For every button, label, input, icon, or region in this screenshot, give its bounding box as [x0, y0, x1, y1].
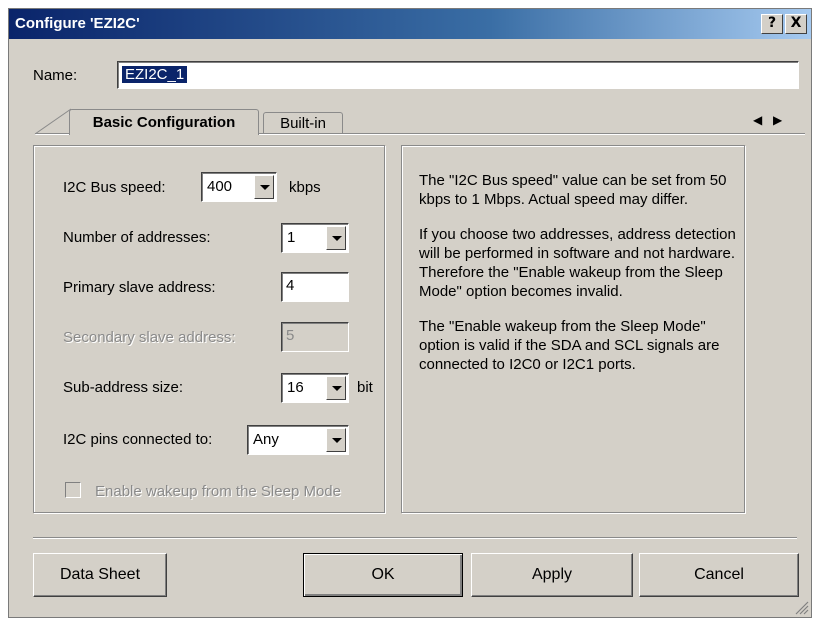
- description-paragraph: The "Enable wakeup from the Sleep Mode" …: [419, 318, 720, 373]
- help-button[interactable]: ?: [761, 14, 783, 34]
- separator-highlight: [33, 538, 797, 539]
- description-paragraph: The "I2C Bus speed" value can be set fro…: [419, 172, 727, 208]
- data-sheet-button[interactable]: Data Sheet: [33, 553, 167, 597]
- chevron-down-icon: [332, 386, 342, 391]
- name-value: EZI2C_1: [122, 66, 188, 83]
- bus-speed-select[interactable]: 400: [201, 172, 277, 202]
- subaddress-size-value: 16: [287, 379, 304, 396]
- name-label: Name:: [33, 67, 78, 84]
- chevron-down-icon: [332, 236, 342, 241]
- tab-scroll-left-icon[interactable]: ◀: [753, 113, 762, 127]
- pins-label: I2C pins connected to:: [63, 431, 213, 448]
- subaddress-size-dropdown-button[interactable]: [326, 376, 346, 400]
- tab-built-in-label: Built-in: [280, 115, 326, 132]
- num-addresses-dropdown-button[interactable]: [326, 226, 346, 250]
- bus-speed-value: 400: [207, 178, 233, 195]
- bus-speed-label: I2C Bus speed:: [63, 179, 166, 196]
- primary-address-input[interactable]: 4: [281, 272, 349, 302]
- primary-address-label: Primary slave address:: [63, 279, 216, 296]
- num-addresses-value: 1: [287, 229, 296, 246]
- bus-speed-dropdown-button[interactable]: [254, 175, 274, 199]
- chevron-down-icon: [332, 438, 342, 443]
- tab-built-in[interactable]: Built-in: [263, 112, 343, 133]
- description-text: The "I2C Bus speed" value can be set fro…: [419, 171, 737, 390]
- wakeup-checkbox: [65, 482, 81, 498]
- subaddress-size-label: Sub-address size:: [63, 379, 184, 396]
- ok-button[interactable]: OK: [303, 553, 463, 597]
- tab-basic-configuration-label: Basic Configuration: [92, 114, 236, 131]
- tab-basic-configuration[interactable]: Basic Configuration: [69, 109, 259, 135]
- configure-dialog: Configure 'EZI2C' ? X Name: EZI2C_1 Basi…: [8, 8, 812, 618]
- pins-select[interactable]: Any: [247, 425, 349, 455]
- secondary-address-label: Secondary slave address:: [63, 329, 236, 346]
- pins-dropdown-button[interactable]: [326, 428, 346, 452]
- primary-address-value: 4: [286, 277, 295, 294]
- wakeup-label: Enable wakeup from the Sleep Mode: [95, 483, 341, 500]
- pins-value: Any: [253, 431, 279, 448]
- subaddress-size-select[interactable]: 16: [281, 373, 349, 403]
- close-button[interactable]: X: [785, 14, 807, 34]
- apply-button[interactable]: Apply: [471, 553, 633, 597]
- bus-speed-unit: kbps: [289, 179, 321, 196]
- name-input[interactable]: EZI2C_1: [117, 61, 799, 89]
- secondary-address-input: 5: [281, 322, 349, 352]
- cancel-button[interactable]: Cancel: [639, 553, 799, 597]
- chevron-down-icon: [260, 185, 270, 190]
- num-addresses-select[interactable]: 1: [281, 223, 349, 253]
- resize-grip-icon[interactable]: [795, 601, 809, 615]
- num-addresses-label: Number of addresses:: [63, 229, 211, 246]
- secondary-address-value: 5: [286, 327, 295, 344]
- window-title: Configure 'EZI2C': [15, 15, 140, 32]
- description-paragraph: If you choose two addresses, address det…: [419, 226, 736, 300]
- title-bar[interactable]: Configure 'EZI2C' ? X: [9, 9, 811, 39]
- subaddress-size-unit: bit: [357, 379, 373, 396]
- tab-scroll-right-icon[interactable]: ▶: [773, 113, 782, 127]
